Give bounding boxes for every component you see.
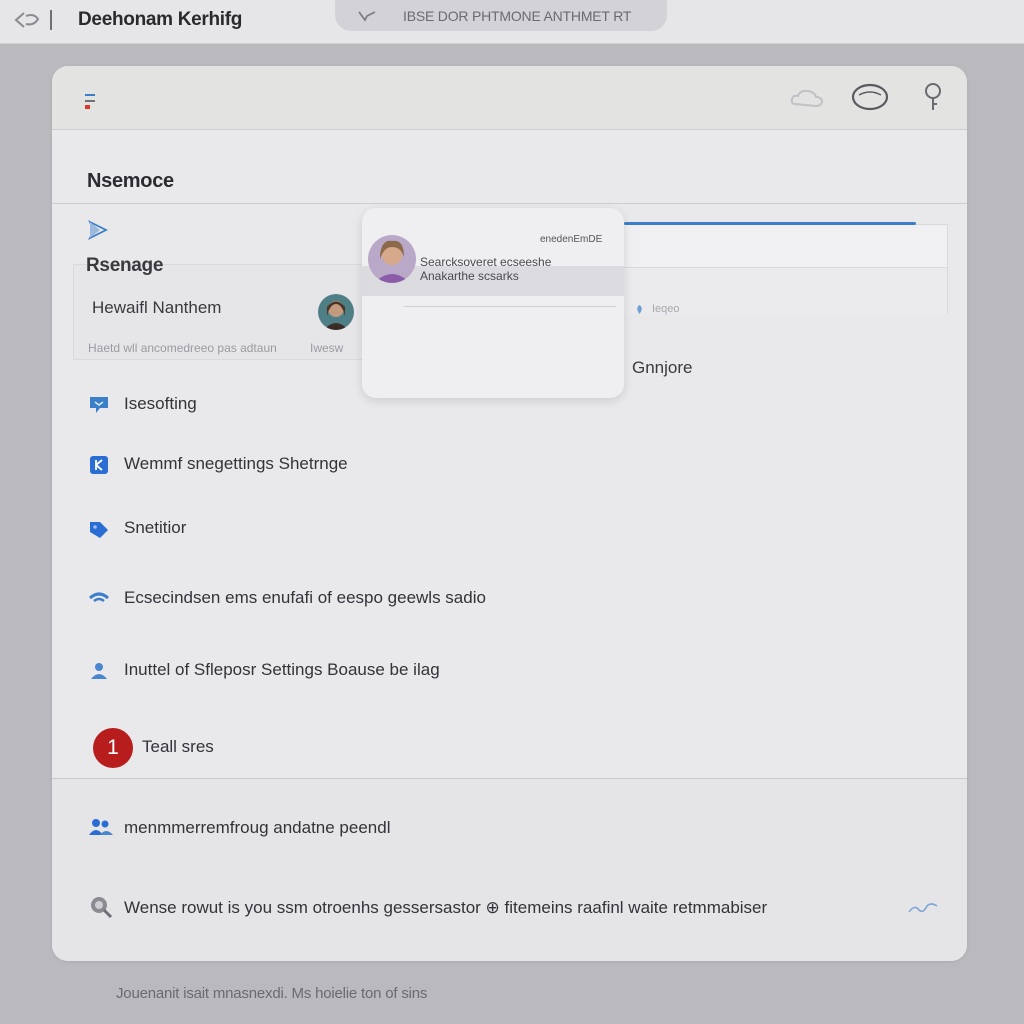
avatar[interactable] — [318, 294, 354, 330]
menu-item-label: Snetitior — [124, 518, 187, 537]
divider — [52, 203, 967, 204]
chat-bubble-icon — [90, 397, 108, 413]
users-icon — [91, 663, 107, 679]
menu-item-label: Wense rowut is you ssm otroenhs gessersa… — [124, 898, 768, 917]
people-icon — [89, 819, 113, 835]
menu-item-settings-sharing[interactable]: Wemmf snegettings Shetrnge — [52, 442, 967, 486]
back-icon[interactable] — [12, 9, 42, 31]
contact-popover[interactable]: enedenEmDE Searcksoveret ecseeshe Anakar… — [362, 208, 624, 398]
panel-note: Haetd wll ancomedreeo pas adtaun — [88, 341, 277, 355]
menu-item-label: Isesofting — [124, 394, 197, 413]
menu-item-user-settings[interactable]: Inuttel of Sfleposr Settings Boause be i… — [52, 650, 967, 694]
menu-item-label: Ecsecindsen ems enufafi of eespo geewls … — [124, 588, 486, 607]
signature-icon[interactable] — [907, 900, 939, 916]
divider — [50, 10, 52, 30]
menu-item-network[interactable]: Ecsecindsen ems enufafi of eespo geewls … — [52, 578, 967, 622]
tag-icon — [90, 522, 108, 538]
menu-item-search-help[interactable]: Wense rowut is you ssm otroenhs gessersa… — [52, 886, 967, 930]
footnote: Jouenanit isait mnasnexdi. Ms hoielie to… — [116, 985, 428, 1002]
compose-label[interactable]: Gnnjore — [632, 358, 692, 378]
section-title: Nsemoce — [87, 170, 174, 192]
cloud-icon[interactable] — [789, 86, 825, 110]
strip-hint: Ieqeo — [652, 303, 680, 315]
contact-name[interactable]: Hewaifl Nanthem — [92, 298, 221, 318]
menu-item-label: Teall sres — [142, 737, 214, 756]
top-bar: Deehonam Kerhifg IBSE DOR PHTMONE ANTHME… — [0, 0, 1024, 44]
popover-line-2: Anakarthe scsarks — [420, 269, 519, 283]
key-icon[interactable] — [922, 82, 944, 114]
popover-line-1: Searcksoveret ecseeshe — [420, 255, 552, 269]
menu-icon[interactable] — [83, 93, 97, 111]
divider — [52, 778, 967, 779]
popover-header-text: enedenEmDE — [540, 234, 603, 245]
app-title: Deehonam Kerhifg — [78, 9, 243, 30]
menu-item-label: menmmerremfroug andatne peendl — [124, 818, 391, 837]
menu-item-teall[interactable]: Teall sres — [52, 726, 967, 770]
input-strip[interactable] — [620, 224, 948, 268]
menu-item-label: Wemmf snegettings Shetrnge — [124, 454, 348, 473]
divider — [404, 306, 616, 307]
filter-icon — [358, 11, 376, 22]
menu-item-snetitior[interactable]: Snetitior — [52, 506, 967, 550]
menu-item-label: Inuttel of Sfleposr Settings Boause be i… — [124, 660, 440, 679]
profile-icon[interactable] — [851, 83, 889, 111]
top-search-bar[interactable]: IBSE DOR PHTMONE ANTHMET RT — [335, 0, 667, 31]
main-card: Nsemoce Rsenage Hewaifl Nanthem Haetd wl… — [52, 66, 967, 961]
wifi-icon — [89, 592, 109, 603]
panel-note-secondary: Iwesw — [310, 341, 344, 355]
card-header — [52, 66, 967, 130]
send-icon[interactable] — [88, 220, 108, 240]
checkbox-icon — [90, 456, 108, 474]
menu-item-resetting[interactable]: Isesofting — [52, 382, 967, 426]
menu-item-members[interactable]: menmmerremfroug andatne peendl — [52, 806, 967, 850]
progress-bar — [624, 222, 916, 225]
search-bug-icon — [91, 897, 113, 919]
top-search-text: IBSE DOR PHTMONE ANTHMET RT — [403, 8, 632, 24]
panel-title: Rsenage — [86, 255, 164, 276]
location-icon — [637, 305, 642, 314]
avatar[interactable] — [368, 235, 416, 283]
